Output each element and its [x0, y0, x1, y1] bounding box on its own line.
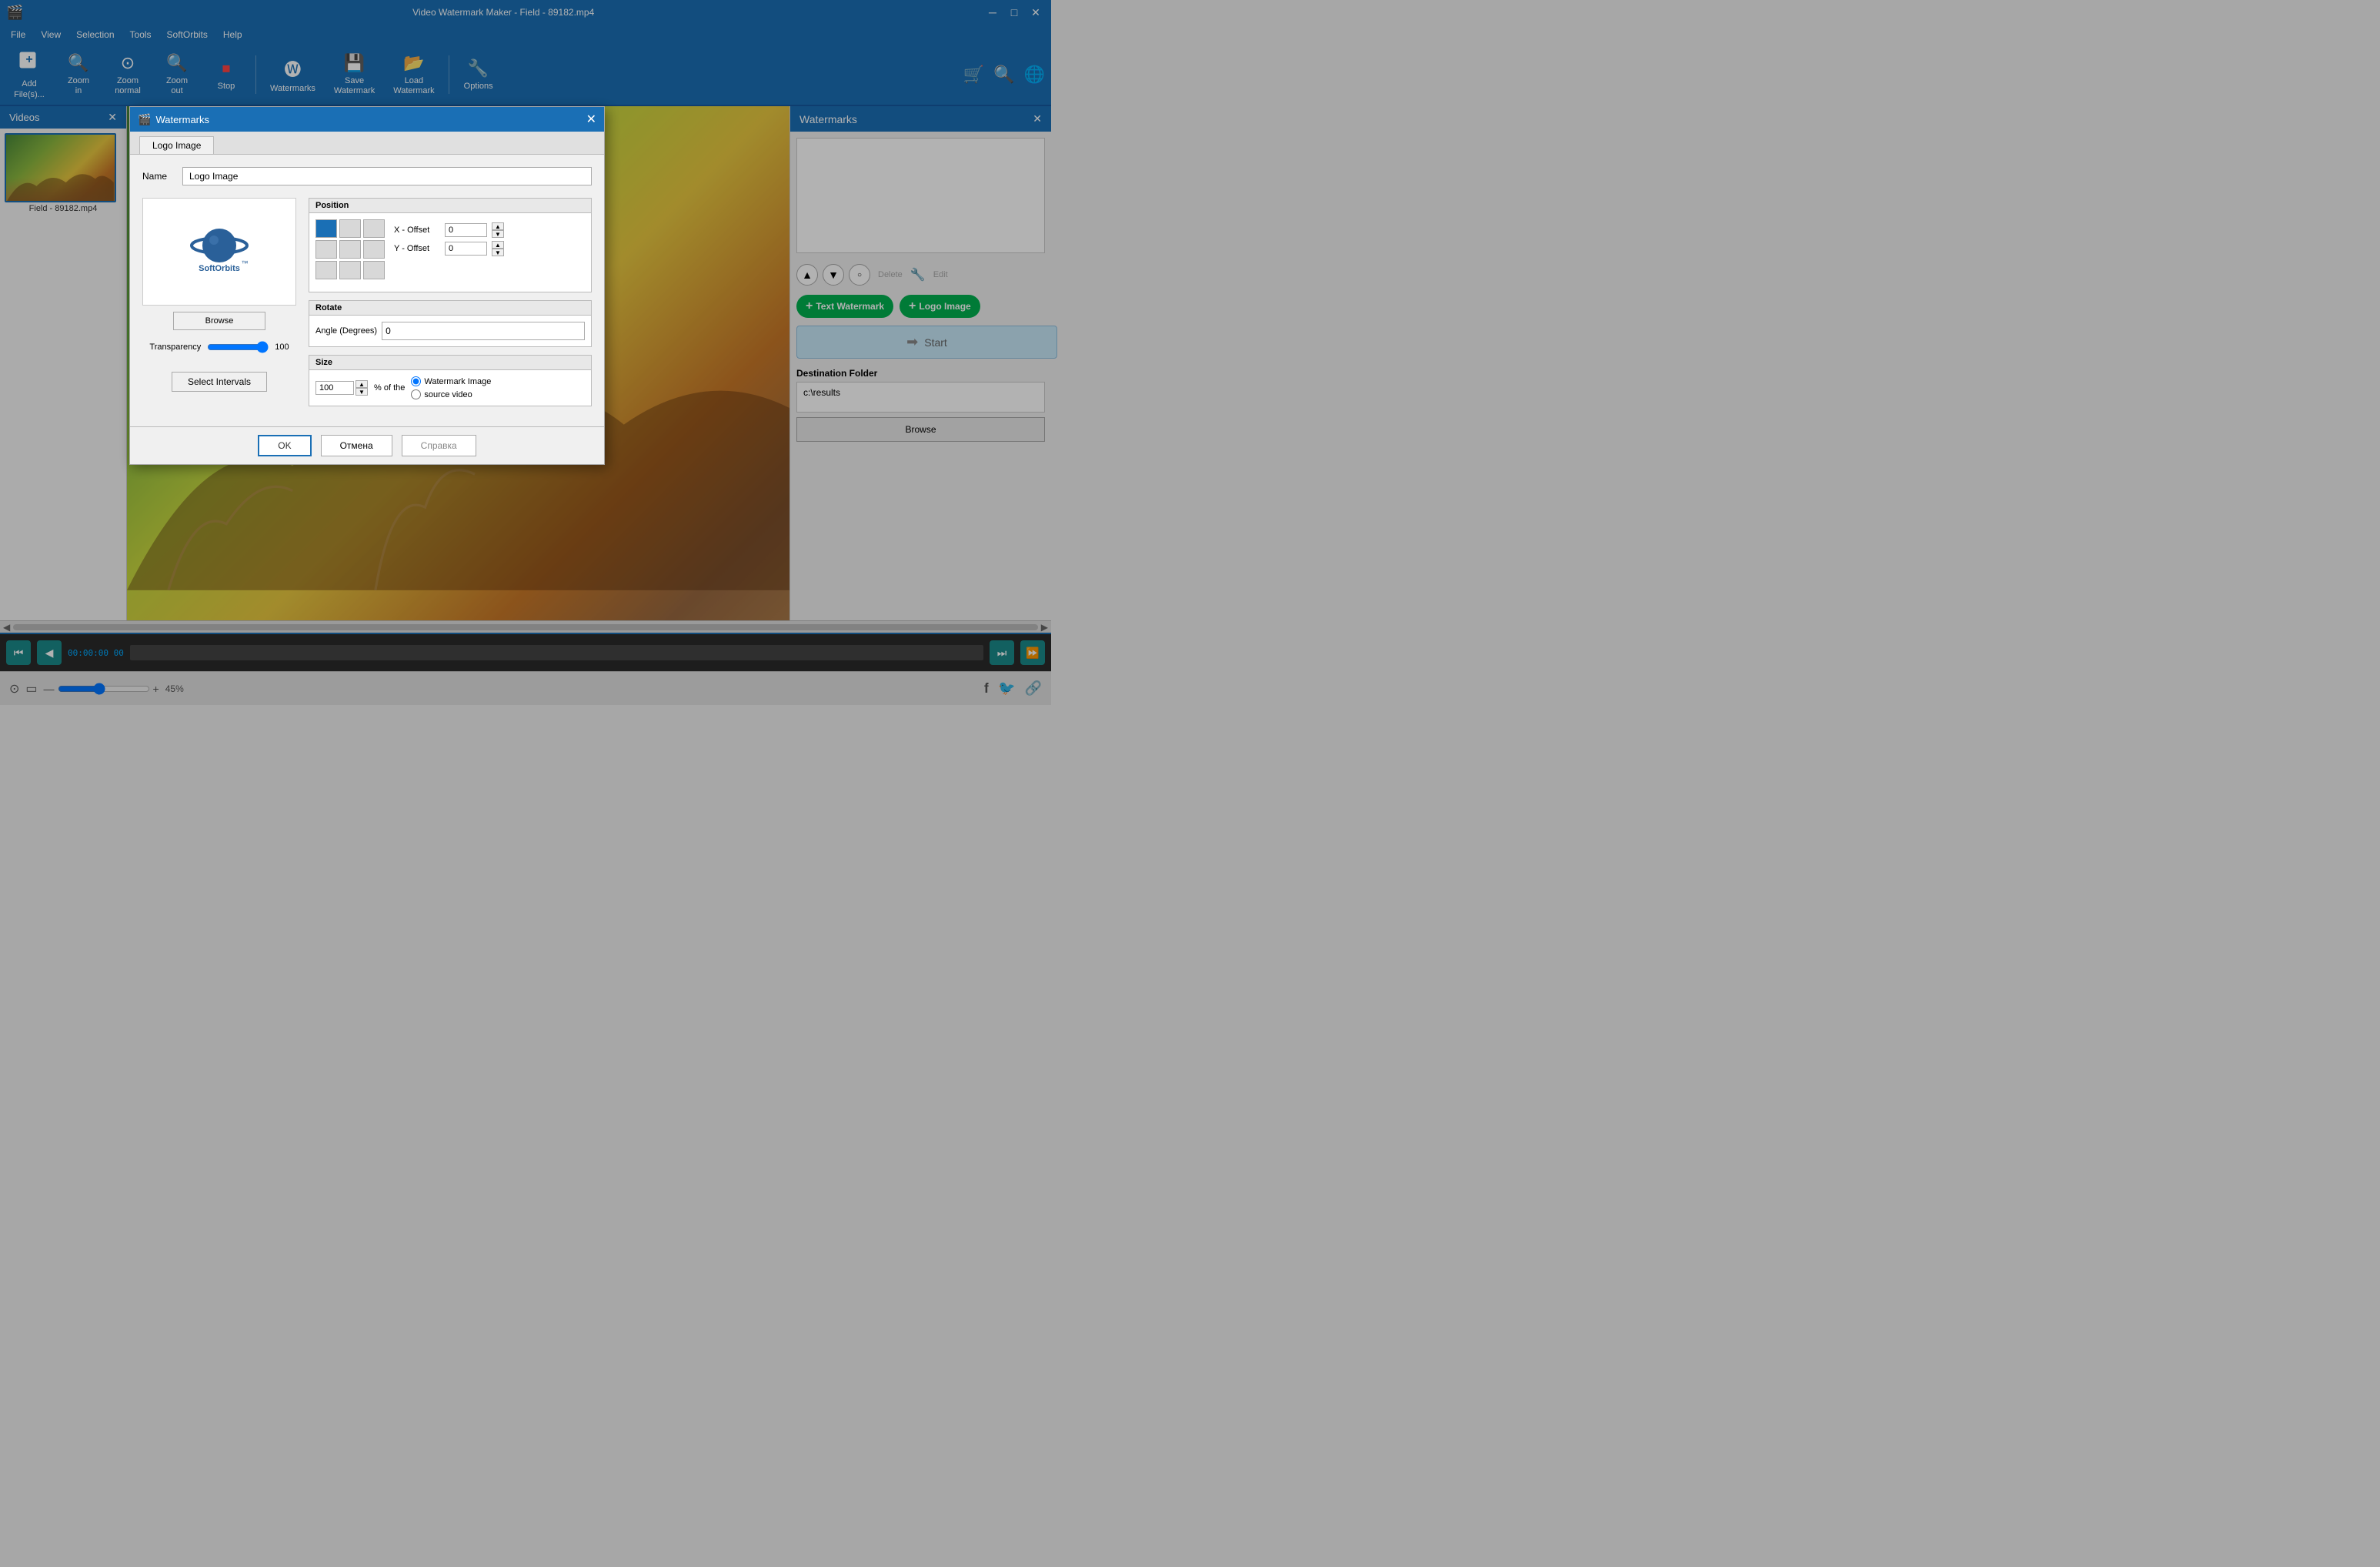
pos-top-center[interactable]	[339, 219, 361, 238]
size-input-wrap: ▲ ▼	[315, 380, 368, 396]
size-group-title: Size	[309, 356, 591, 370]
size-row: ▲ ▼ % of the Watermark Image	[315, 376, 585, 399]
y-offset-row: Y - Offset ▲ ▼	[394, 241, 504, 256]
position-group-body: X - Offset ▲ ▼ Y - Offset	[309, 213, 591, 292]
position-group-title: Position	[309, 199, 591, 213]
size-up[interactable]: ▲	[355, 380, 368, 388]
svg-text:SoftOrbits: SoftOrbits	[199, 264, 240, 273]
select-intervals-button[interactable]: Select Intervals	[172, 372, 267, 392]
transparency-row: Transparency 100	[149, 341, 289, 353]
rotate-row: Angle (Degrees)	[315, 322, 585, 340]
pos-bot-left[interactable]	[315, 261, 337, 279]
dialog-content-row: SoftOrbits ™ Browse Transparency 100 Sel…	[142, 198, 592, 414]
size-radio-group: Watermark Image source video	[411, 376, 491, 399]
radio-watermark-label: Watermark Image	[424, 377, 491, 386]
size-group-body: ▲ ▼ % of the Watermark Image	[309, 370, 591, 406]
help-button[interactable]: Справка	[402, 435, 476, 456]
y-offset-spinner: ▲ ▼	[492, 241, 504, 256]
name-label: Name	[142, 171, 173, 182]
pos-mid-center[interactable]	[339, 240, 361, 259]
pos-bot-right[interactable]	[363, 261, 385, 279]
ok-button[interactable]: OK	[258, 435, 311, 456]
x-offset-input[interactable]	[445, 223, 487, 237]
dialog-title: Watermarks	[155, 114, 209, 125]
x-offset-row: X - Offset ▲ ▼	[394, 222, 504, 238]
position-group: Position	[309, 198, 592, 292]
x-offset-down[interactable]: ▼	[492, 230, 504, 238]
dialog-title-left: 🎬 Watermarks	[138, 113, 209, 126]
pos-mid-left[interactable]	[315, 240, 337, 259]
radio-source-video[interactable]: source video	[411, 389, 491, 399]
pos-top-right[interactable]	[363, 219, 385, 238]
y-offset-label: Y - Offset	[394, 244, 440, 253]
dialog-app-icon: 🎬	[138, 113, 151, 126]
browse-logo-button[interactable]: Browse	[173, 312, 265, 330]
rotate-group: Rotate Angle (Degrees)	[309, 300, 592, 347]
position-content: X - Offset ▲ ▼ Y - Offset	[315, 219, 585, 286]
cancel-button[interactable]: Отмена	[321, 435, 392, 456]
name-row: Name	[142, 167, 592, 185]
size-down[interactable]: ▼	[355, 388, 368, 396]
dialog-overlay: 🎬 Watermarks ✕ Logo Image Name	[0, 0, 2380, 1567]
pos-top-left[interactable]	[315, 219, 337, 238]
offset-inputs: X - Offset ▲ ▼ Y - Offset	[394, 219, 504, 256]
size-input[interactable]	[315, 381, 354, 395]
size-group: Size ▲ ▼ % of the	[309, 355, 592, 406]
size-spinner: ▲ ▼	[355, 380, 368, 396]
radio-watermark-image[interactable]: Watermark Image	[411, 376, 491, 386]
dialog-titlebar: 🎬 Watermarks ✕	[130, 107, 604, 132]
y-offset-up[interactable]: ▲	[492, 241, 504, 249]
radio-source-label: source video	[424, 390, 472, 399]
name-input[interactable]	[182, 167, 592, 185]
softorbits-logo-svg: SoftOrbits ™	[177, 221, 262, 282]
y-offset-input[interactable]	[445, 242, 487, 256]
angle-label: Angle (Degrees)	[315, 326, 377, 336]
logo-preview-section: SoftOrbits ™ Browse Transparency 100 Sel…	[142, 198, 296, 414]
y-offset-down[interactable]: ▼	[492, 249, 504, 256]
dialog-tabs: Logo Image	[130, 132, 604, 155]
dialog-body: Name	[130, 155, 604, 426]
position-grid	[315, 219, 385, 279]
pos-bot-center[interactable]	[339, 261, 361, 279]
angle-input[interactable]	[382, 322, 585, 340]
transparency-value: 100	[275, 342, 289, 352]
dialog-footer: OK Отмена Справка	[130, 426, 604, 464]
pos-mid-right[interactable]	[363, 240, 385, 259]
percent-label: % of the	[374, 383, 405, 393]
x-offset-up[interactable]: ▲	[492, 222, 504, 230]
watermarks-dialog: 🎬 Watermarks ✕ Logo Image Name	[129, 106, 605, 465]
transparency-label: Transparency	[149, 342, 201, 352]
logo-preview: SoftOrbits ™	[142, 198, 296, 306]
transparency-slider[interactable]	[207, 341, 269, 353]
right-settings: Position	[309, 198, 592, 414]
svg-text:™: ™	[242, 259, 249, 267]
dialog-close-button[interactable]: ✕	[586, 112, 596, 127]
x-offset-label: X - Offset	[394, 226, 440, 235]
rotate-group-body: Angle (Degrees)	[309, 316, 591, 346]
dialog-tab-logo-image[interactable]: Logo Image	[139, 136, 214, 154]
rotate-group-title: Rotate	[309, 301, 591, 316]
x-offset-spinner: ▲ ▼	[492, 222, 504, 238]
